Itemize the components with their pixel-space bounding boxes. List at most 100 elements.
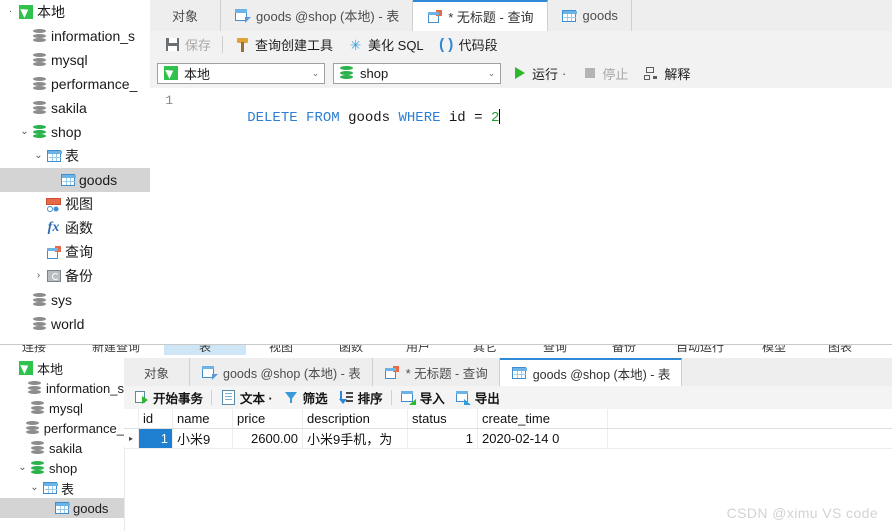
- ribbon-item-自动运行[interactable]: 自动运行: [658, 345, 742, 355]
- ribbon-item-表[interactable]: 表: [164, 345, 246, 355]
- tree-item-本地[interactable]: · 本地: [0, 0, 150, 24]
- stop-button[interactable]: 停止: [581, 62, 635, 84]
- tab-*-无标题---查询[interactable]: * 无标题 - 查询: [372, 358, 500, 386]
- column-header-price[interactable]: price: [233, 409, 303, 428]
- grid-row-gutter: [124, 447, 125, 531]
- tree-item-视图[interactable]: 视图: [0, 192, 150, 216]
- top-tree-list: · 本地 information_s mysql performance_ sakila ⌄…: [0, 0, 150, 336]
- tree-item-备份[interactable]: › 备份: [0, 264, 150, 288]
- ribbon-item-视图[interactable]: 视图: [246, 345, 316, 355]
- tree-item-函数[interactable]: fx 函数: [0, 216, 150, 240]
- run-button[interactable]: 运行 ·: [509, 62, 573, 84]
- ribbon-item-list: 连接 新建查询表视图 函数 用户 其它 查询 备份 自动运行 模型 图表: [0, 345, 892, 358]
- sql-editor[interactable]: 1 DELETE FROM goods WHERE id = 2: [150, 88, 892, 345]
- column-header-status[interactable]: status: [408, 409, 478, 428]
- query-builder-button[interactable]: 查询创建工具: [227, 34, 340, 56]
- chevron-down-icon[interactable]: ⌄: [18, 127, 31, 137]
- tree-item-goods[interactable]: goods: [0, 168, 150, 192]
- column-header-name[interactable]: name: [173, 409, 233, 428]
- chevron-down-icon[interactable]: ·: [4, 7, 17, 17]
- tree-item-information_s[interactable]: information_s: [0, 24, 150, 48]
- ribbon-item-图表[interactable]: 图表: [806, 345, 874, 355]
- bottom-main-window: 连接 新建查询表视图 函数 用户 其它 查询 备份 自动运行 模型 图表 本地 informatio…: [0, 345, 892, 531]
- bottom-navigation-tree[interactable]: 本地 information_s mysql performance_ sakila ⌄ s…: [0, 358, 125, 531]
- ribbon-item-查询[interactable]: 查询: [520, 345, 590, 355]
- database-select[interactable]: shop ⌄: [333, 62, 501, 84]
- table-row[interactable]: ▸ 1 小米9 2600.00 小米9手机，为 1 2020-02-14 0: [124, 429, 892, 449]
- cell-name[interactable]: 小米9: [173, 429, 233, 448]
- connection-toolbar[interactable]: 本地 ⌄ shop ⌄ 运行 · 停止 解释: [150, 58, 892, 88]
- tree-item-sakila[interactable]: sakila: [0, 96, 150, 120]
- run-dropdown-caret[interactable]: ·: [562, 66, 566, 81]
- ribbon-item-用户[interactable]: 用户: [386, 345, 450, 355]
- column-header-description[interactable]: description: [303, 409, 408, 428]
- text-caret: [499, 109, 501, 124]
- export-button[interactable]: 导出: [450, 388, 505, 408]
- ribbon-item-备份[interactable]: 备份: [590, 345, 658, 355]
- import-button[interactable]: 导入: [395, 388, 450, 408]
- tree-item-shop[interactable]: ⌄ shop: [0, 120, 150, 144]
- sort-button[interactable]: 排序: [333, 388, 388, 408]
- cell-create_time[interactable]: 2020-02-14 0: [478, 429, 608, 448]
- tab-goods-@shop-(本地)---表[interactable]: goods @shop (本地) - 表: [221, 0, 414, 31]
- tab-label: 对象: [144, 366, 170, 381]
- tree-item-performance_[interactable]: performance_: [0, 418, 124, 438]
- import-icon: [400, 390, 417, 406]
- tree-item-goods[interactable]: goods: [0, 498, 124, 518]
- filter-button[interactable]: 筛选: [278, 388, 333, 408]
- chevron-right-icon[interactable]: ›: [32, 271, 45, 281]
- table-edit-icon: [201, 364, 219, 380]
- tab-goods-@shop-(本地)---表[interactable]: goods @shop (本地) - 表: [190, 358, 373, 386]
- tree-item-shop[interactable]: ⌄ shop: [0, 458, 124, 478]
- bottom-tab-strip[interactable]: 对象 goods @shop (本地) - 表 * 无标题 - 查询 goods @s…: [124, 358, 892, 387]
- text-view-button[interactable]: 文本 ·: [215, 388, 278, 408]
- beautify-sql-button[interactable]: ✳ 美化 SQL: [340, 34, 431, 56]
- cell-id[interactable]: 1: [139, 429, 173, 448]
- tree-item-information_s[interactable]: information_s: [0, 378, 124, 398]
- ribbon-item-函数[interactable]: 函数: [316, 345, 386, 355]
- tree-item-表[interactable]: ⌄ 表: [0, 144, 150, 168]
- ribbon-item-其它[interactable]: 其它: [450, 345, 520, 355]
- column-header-id[interactable]: id: [139, 409, 173, 428]
- tree-item-mysql[interactable]: mysql: [0, 398, 124, 418]
- tree-item-world[interactable]: world: [0, 312, 150, 336]
- ribbon-item-新建查询[interactable]: 新建查询: [68, 345, 164, 355]
- chevron-down-icon[interactable]: ⌄: [16, 463, 29, 473]
- top-tab-strip[interactable]: 对象 goods @shop (本地) - 表 * 无标题 - 查询 goods: [150, 0, 892, 32]
- sql-toolbar[interactable]: 保存 查询创建工具 ✳ 美化 SQL ( ) 代码段: [150, 31, 892, 59]
- main-ribbon-clipped[interactable]: 连接 新建查询表视图 函数 用户 其它 查询 备份 自动运行 模型 图表: [0, 345, 892, 359]
- column-header-create_time[interactable]: create_time: [478, 409, 608, 428]
- code-snippet-button[interactable]: ( ) 代码段: [431, 34, 505, 56]
- sql-code-line[interactable]: DELETE FROM goods WHERE id = 2: [180, 88, 501, 142]
- grid-toolbar[interactable]: 开始事务 文本 · 筛选 排序 导入 导出: [124, 386, 892, 409]
- begin-transaction-button[interactable]: 开始事务: [128, 388, 208, 408]
- tab-*-无标题---查询[interactable]: * 无标题 - 查询: [413, 0, 548, 32]
- explain-button[interactable]: 解释: [643, 62, 697, 84]
- tab-goods[interactable]: goods: [547, 0, 632, 31]
- play-icon: [511, 65, 528, 81]
- save-button[interactable]: 保存: [157, 34, 218, 56]
- chevron-down-icon[interactable]: ⌄: [32, 151, 45, 161]
- cell-status[interactable]: 1: [408, 429, 478, 448]
- connection-select[interactable]: 本地 ⌄: [157, 62, 325, 84]
- tab-对象[interactable]: 对象: [150, 0, 222, 31]
- database-icon: [31, 100, 48, 116]
- ribbon-item-连接[interactable]: 连接: [0, 345, 68, 355]
- tree-item-sys[interactable]: sys: [0, 288, 150, 312]
- tree-item-查询[interactable]: 查询: [0, 240, 150, 264]
- top-navigation-tree[interactable]: · 本地 information_s mysql performance_ sakila ⌄…: [0, 0, 151, 345]
- tree-item-performance_[interactable]: performance_: [0, 72, 150, 96]
- local-connection-icon: [162, 65, 179, 81]
- tree-item-表[interactable]: ⌄ 表: [0, 478, 124, 498]
- tree-item-本地[interactable]: 本地: [0, 358, 124, 378]
- cell-description[interactable]: 小米9手机，为: [303, 429, 408, 448]
- cell-price[interactable]: 2600.00: [233, 429, 303, 448]
- chevron-down-icon[interactable]: ⌄: [483, 63, 500, 83]
- tab-goods-@shop-(本地)---表[interactable]: goods @shop (本地) - 表: [499, 358, 683, 387]
- ribbon-item-模型[interactable]: 模型: [742, 345, 806, 355]
- chevron-down-icon[interactable]: ⌄: [28, 483, 41, 493]
- tree-item-mysql[interactable]: mysql: [0, 48, 150, 72]
- chevron-down-icon[interactable]: ⌄: [307, 63, 324, 83]
- tree-item-sakila[interactable]: sakila: [0, 438, 124, 458]
- tab-对象[interactable]: 对象: [124, 358, 191, 386]
